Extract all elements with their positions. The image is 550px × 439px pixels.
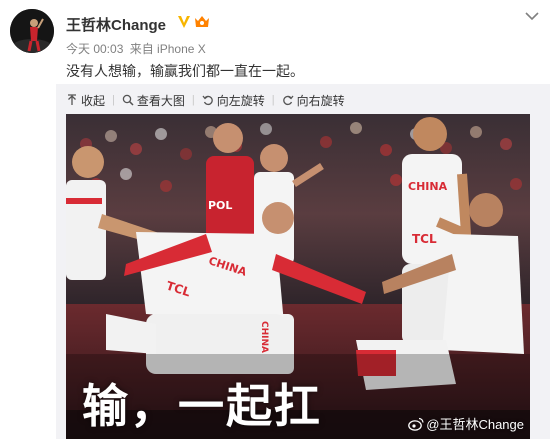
toolbar-divider: | [112, 94, 115, 106]
toolbar-divider: | [191, 94, 195, 106]
chevron-down-icon[interactable] [524, 10, 540, 22]
post-photo[interactable]: CHINA TCL POL CHINA TCL CHINA 输，一起扛 @王哲林… [66, 114, 530, 439]
rotate-left-button[interactable]: 向左旋转 [202, 92, 265, 109]
avatar[interactable] [10, 9, 54, 53]
verified-icon [178, 16, 190, 28]
user-name[interactable]: 王哲林Change [66, 14, 166, 35]
vip-icon[interactable] [193, 14, 211, 30]
rotate-left-label: 向左旋转 [216, 93, 265, 108]
weibo-logo-icon [408, 417, 424, 431]
jersey-text-tcl: TCL [412, 232, 437, 246]
photo-caption: 输，一起扛 [82, 379, 322, 433]
rotate-right-icon [282, 95, 294, 106]
zoom-icon [122, 94, 134, 106]
view-large-label: 查看大图 [136, 93, 185, 108]
post-text: 没有人想输，输赢我们都一直在一起。 [66, 64, 304, 80]
collapse-icon [68, 94, 76, 105]
post-meta: 今天 00:03 来自 iPhone X [66, 40, 209, 57]
jersey-text-pol: POL [208, 199, 233, 212]
view-large-button[interactable]: 查看大图 [122, 92, 185, 109]
post-source: 来自 iPhone X [129, 42, 206, 56]
rotate-right-label: 向右旋转 [296, 93, 345, 108]
rotate-left-icon [202, 95, 213, 106]
toolbar-divider: | [271, 94, 275, 106]
media-toolbar: 收起 | 查看大图 | 向左旋转 | 向右旋转 [66, 91, 345, 109]
jersey-text-china: CHINA [408, 180, 448, 193]
post-timestamp[interactable]: 今天 00:03 [66, 42, 123, 56]
photo-watermark: @王哲林Change [408, 414, 524, 433]
rotate-right-button[interactable]: 向右旋转 [282, 92, 345, 109]
jersey-text-china: CHINA [258, 321, 269, 353]
collapse-button[interactable]: 收起 [66, 92, 105, 109]
avatar-image [10, 9, 54, 53]
watermark-text: @王哲林Change [426, 417, 524, 432]
collapse-label: 收起 [81, 93, 106, 108]
